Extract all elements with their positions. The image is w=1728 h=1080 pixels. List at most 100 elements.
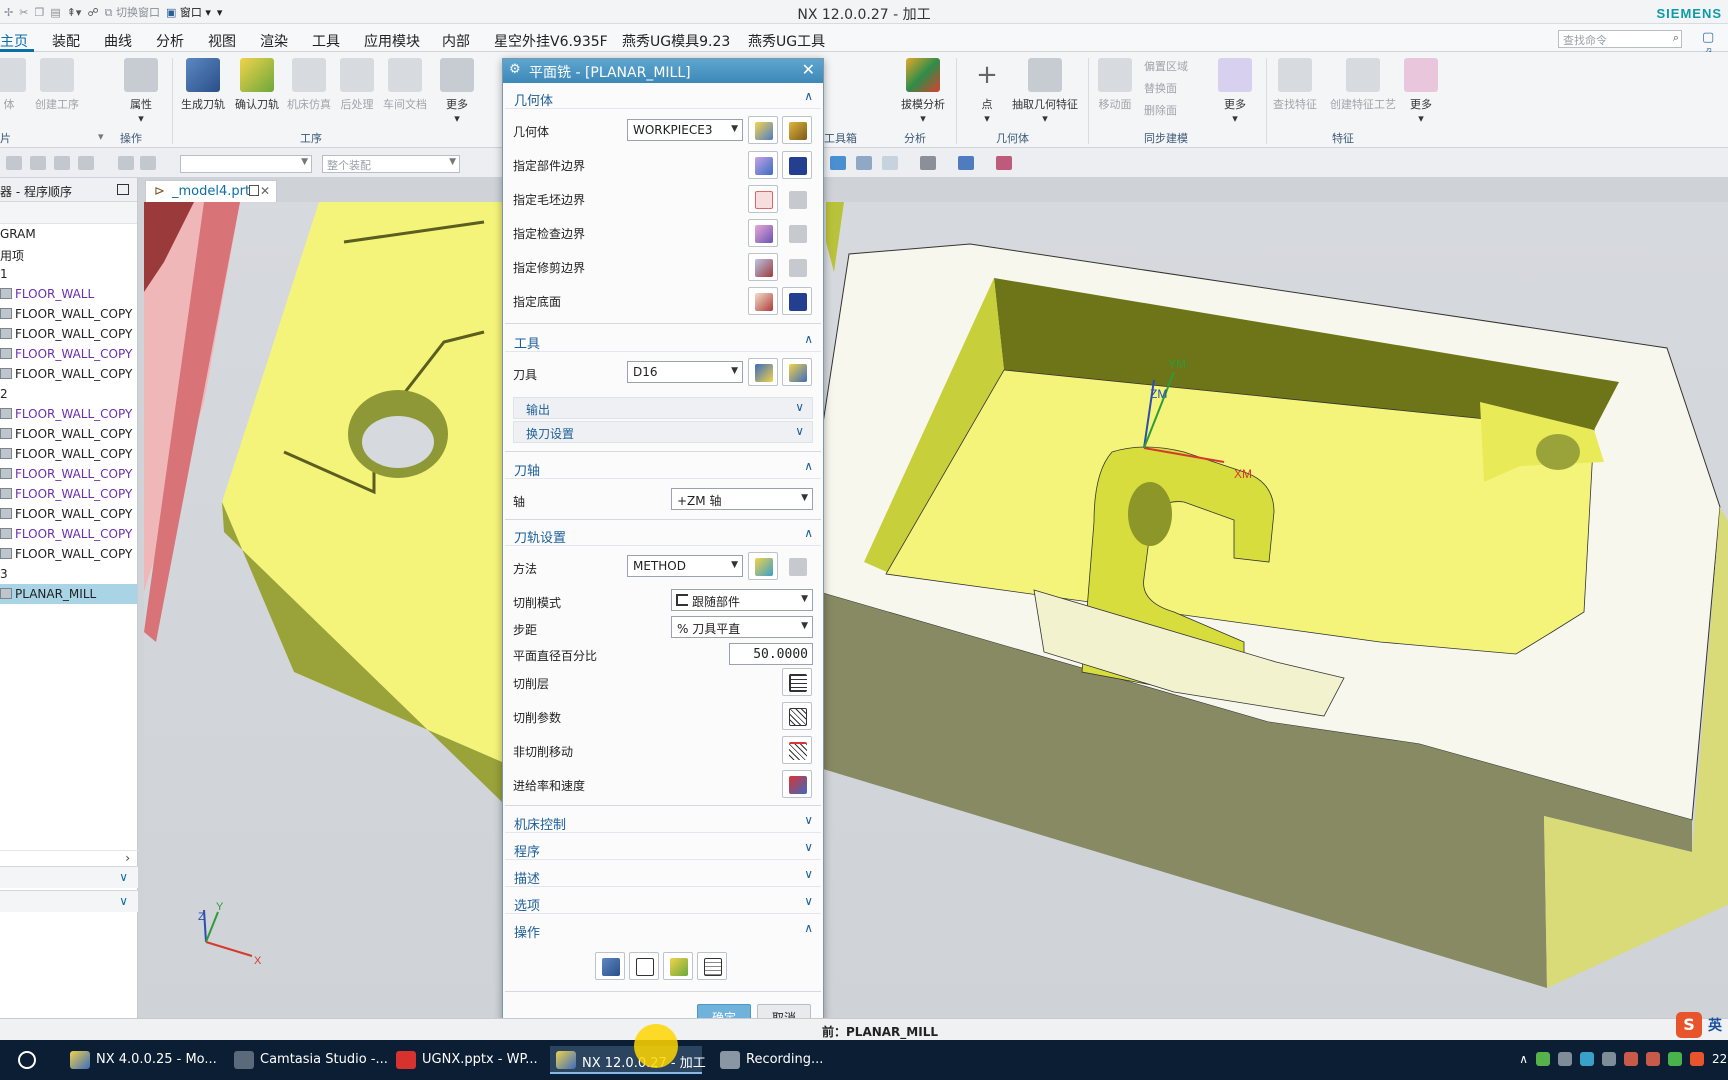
cut-mode-select[interactable]: 跟随部件 ▼: [671, 589, 813, 611]
tab-yanxiu-tools[interactable]: 燕秀UG工具: [748, 31, 825, 51]
navigator-row[interactable]: FLOOR_WALL: [0, 284, 137, 304]
specify-floor-button[interactable]: [748, 287, 778, 315]
display-blank-boundary-button[interactable]: [782, 185, 812, 213]
select-view-icon[interactable]: [140, 156, 156, 170]
stepover-select[interactable]: % 刀具平直 ▼: [671, 616, 813, 638]
maximize-icon[interactable]: [117, 184, 129, 195]
type-filter-select[interactable]: ▼: [180, 155, 312, 173]
navigator-row[interactable]: 2: [0, 384, 137, 404]
delete-face-button[interactable]: 删除面: [1144, 102, 1177, 118]
find-features-button[interactable]: 查找特征: [1266, 58, 1324, 112]
ime-indicator[interactable]: S 英: [1676, 1012, 1722, 1038]
options-header[interactable]: 选项 ∨: [505, 892, 821, 914]
table-icon[interactable]: [882, 156, 898, 170]
taskbar-item-nx12[interactable]: NX 12.0.0.27 - 加工: [550, 1046, 706, 1074]
create-feature-process-button[interactable]: 创建特征工艺: [1326, 58, 1400, 112]
navigator-row[interactable]: FLOOR_WALL_COPY: [0, 504, 137, 524]
chevron-up-icon[interactable]: ∧: [1519, 1052, 1528, 1066]
search-icon[interactable]: ⌕: [1673, 31, 1679, 45]
tab-assembly[interactable]: 装配: [52, 31, 80, 51]
dialog-title-bar[interactable]: ⚙ 平面铣 - [PLANAR_MILL] ✕: [503, 59, 823, 83]
new-method-button[interactable]: [748, 552, 778, 580]
taskbar-item-wps[interactable]: UGNX.pptx - WP...: [390, 1046, 538, 1074]
edit-tool-button[interactable]: [782, 358, 812, 386]
group-menu-1[interactable]: ▾: [98, 130, 104, 143]
replay-button[interactable]: [629, 952, 659, 980]
point-button[interactable]: + 点 ▾: [958, 58, 1016, 125]
tab-render[interactable]: 渲染: [260, 31, 288, 51]
specify-check-boundary-button[interactable]: [748, 219, 778, 247]
taskbar-item-nx4[interactable]: NX 4.0.0.25 - Mo...: [64, 1046, 217, 1074]
tray-app-icon[interactable]: [1536, 1052, 1550, 1066]
document-tab[interactable]: ⊳ _model4.prt ✕: [145, 180, 277, 202]
navigator-row[interactable]: 3: [0, 564, 137, 584]
axis-select[interactable]: +ZM 轴 ▼: [671, 488, 813, 510]
more-button-1[interactable]: 更多 ▾: [428, 58, 486, 125]
sogou-icon[interactable]: [1690, 1052, 1704, 1066]
select-geometry-icon[interactable]: [30, 156, 46, 170]
display-check-boundary-button[interactable]: [782, 219, 812, 247]
select-mode-icon[interactable]: [118, 156, 134, 170]
cut-params-button[interactable]: [782, 702, 812, 730]
scope-filter-select[interactable]: 整个装配 ▼: [322, 155, 460, 173]
tab-home[interactable]: 主页: [0, 31, 28, 51]
navigator-row[interactable]: PLANAR_MILL: [0, 584, 137, 604]
tab-view[interactable]: 视图: [208, 31, 236, 51]
navigator-row[interactable]: FLOOR_WALL_COPY: [0, 404, 137, 424]
shade-icon[interactable]: [920, 156, 936, 170]
details-panel-toggle[interactable]: ∨: [0, 866, 138, 888]
snap-icon[interactable]: [830, 156, 846, 170]
create-operation-button[interactable]: 创建工序: [28, 58, 86, 112]
specify-trim-boundary-button[interactable]: [748, 253, 778, 281]
properties-button[interactable]: 属性 ▾: [112, 58, 170, 125]
tab-application[interactable]: 应用模块: [364, 31, 420, 51]
tray-app-icon[interactable]: [1646, 1052, 1660, 1066]
program-header[interactable]: 程序 ∨: [505, 838, 821, 860]
horizontal-scrollbar[interactable]: ›: [0, 850, 138, 866]
feeds-speeds-button[interactable]: [782, 770, 812, 798]
tool-section-header[interactable]: 工具 ∧: [505, 330, 821, 352]
display-floor-button[interactable]: [782, 287, 812, 315]
offset-region-button[interactable]: 偏置区域: [1144, 58, 1188, 74]
search-icon[interactable]: [18, 1051, 36, 1069]
tab-analysis[interactable]: 分析: [156, 31, 184, 51]
replace-face-button[interactable]: 替换面: [1144, 80, 1177, 96]
navigator-row[interactable]: 用项: [0, 244, 137, 264]
new-geometry-button[interactable]: [748, 116, 778, 144]
extract-geometry-button[interactable]: 抽取几何特征 ▾: [1010, 58, 1080, 125]
generate-button[interactable]: [595, 952, 625, 980]
actions-header[interactable]: 操作 ∧: [505, 919, 821, 941]
select-tool-icon[interactable]: [78, 156, 94, 170]
navigator-row[interactable]: FLOOR_WALL_COPY: [0, 444, 137, 464]
draft-analysis-button[interactable]: 拔模分析 ▾: [894, 58, 952, 125]
specify-part-boundary-button[interactable]: [748, 151, 778, 179]
description-header[interactable]: 描述 ∨: [505, 865, 821, 887]
non-cut-moves-button[interactable]: [782, 736, 812, 764]
navigator-row[interactable]: FLOOR_WALL_COPY: [0, 524, 137, 544]
specify-blank-boundary-button[interactable]: [748, 185, 778, 213]
clock[interactable]: 22: [1712, 1052, 1728, 1066]
axis-section-header[interactable]: 刀轴 ∧: [505, 457, 821, 479]
command-search-input[interactable]: 查找命令 ⌕: [1558, 30, 1682, 48]
new-tool-button[interactable]: [748, 358, 778, 386]
snap-point-icon[interactable]: [856, 156, 872, 170]
tab-curve[interactable]: 曲线: [104, 31, 132, 51]
tray-app-icon[interactable]: [1624, 1052, 1638, 1066]
navigator-row[interactable]: 1: [0, 264, 137, 284]
navigator-row[interactable]: FLOOR_WALL_COPY: [0, 344, 137, 364]
tool-change-subsection[interactable]: 换刀设置 ∨: [513, 421, 813, 443]
navigator-row[interactable]: GRAM: [0, 224, 137, 244]
path-settings-header[interactable]: 刀轨设置 ∧: [505, 524, 821, 546]
taskbar-item-camtasia[interactable]: Camtasia Studio -...: [228, 1046, 388, 1074]
taskbar-item-recording[interactable]: Recording...: [714, 1046, 834, 1074]
navigator-row[interactable]: FLOOR_WALL_COPY: [0, 544, 137, 564]
edit-geometry-button[interactable]: [782, 116, 812, 144]
move-face-button[interactable]: 移动面: [1086, 58, 1144, 112]
verify-button[interactable]: [663, 952, 693, 980]
select-filter-icon[interactable]: [6, 156, 22, 170]
more-button-2[interactable]: 更多 ▾: [1206, 58, 1264, 125]
edit-method-button[interactable]: [782, 552, 812, 580]
dependencies-panel-toggle[interactable]: ∨: [0, 890, 138, 912]
graphics-window[interactable]: XM YM ZM X Y Z: [144, 202, 1728, 1018]
generate-path-button[interactable]: 生成刀轨: [174, 58, 232, 112]
